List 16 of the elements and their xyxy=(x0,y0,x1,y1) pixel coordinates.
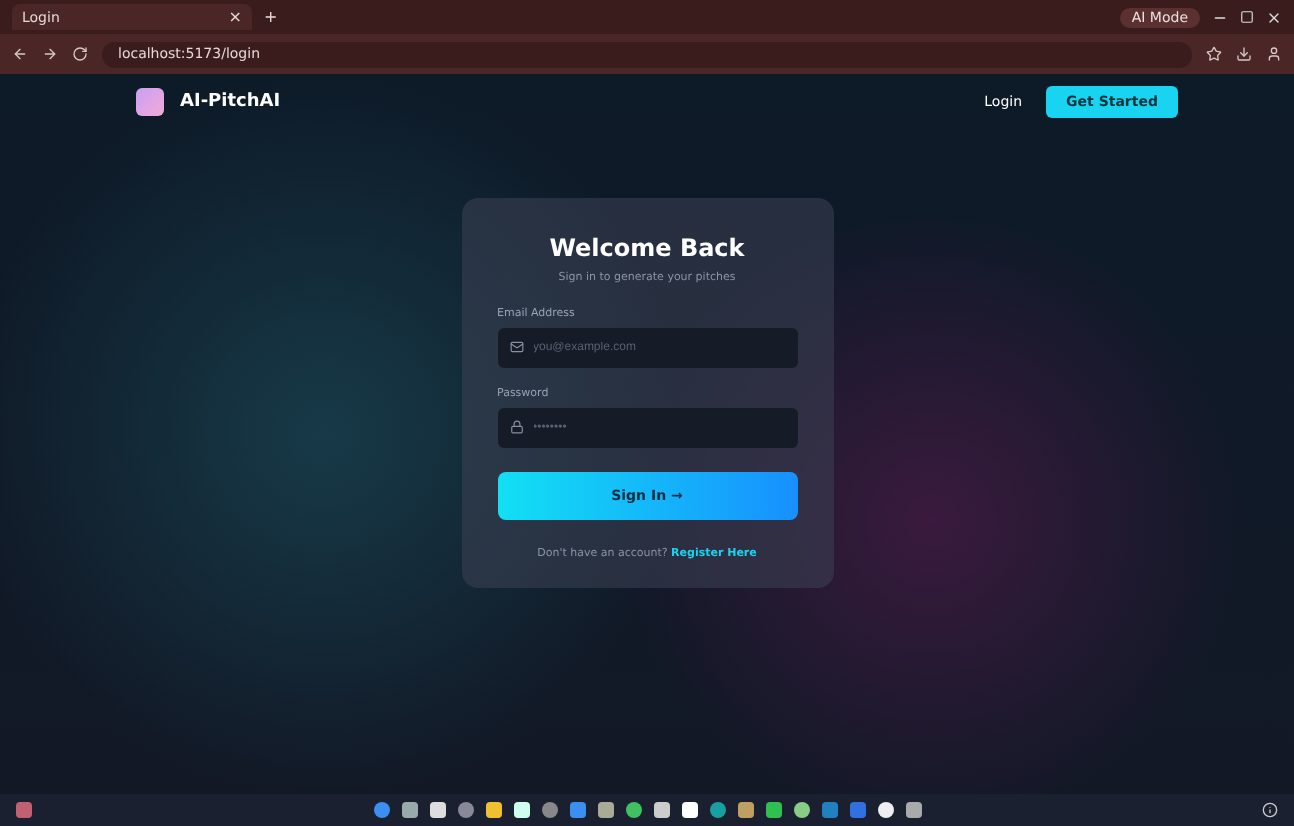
card-title: Welcome Back xyxy=(547,234,747,262)
logo-icon xyxy=(136,88,164,116)
forward-icon[interactable] xyxy=(42,46,58,62)
brand-name: AI-PitchAI xyxy=(180,92,281,112)
close-icon[interactable] xyxy=(1266,9,1282,25)
reload-icon[interactable] xyxy=(72,46,88,62)
user-icon[interactable] xyxy=(1266,46,1282,62)
lock-icon xyxy=(509,420,523,434)
star-icon[interactable] xyxy=(1206,46,1222,62)
new-tab-button[interactable]: + xyxy=(264,8,278,26)
mail-icon xyxy=(509,340,523,354)
back-icon[interactable] xyxy=(12,46,28,62)
close-icon[interactable]: × xyxy=(228,8,242,26)
maximize-icon[interactable] xyxy=(1240,10,1254,24)
download-icon[interactable] xyxy=(1236,46,1252,62)
tray-icon[interactable] xyxy=(1262,802,1278,818)
